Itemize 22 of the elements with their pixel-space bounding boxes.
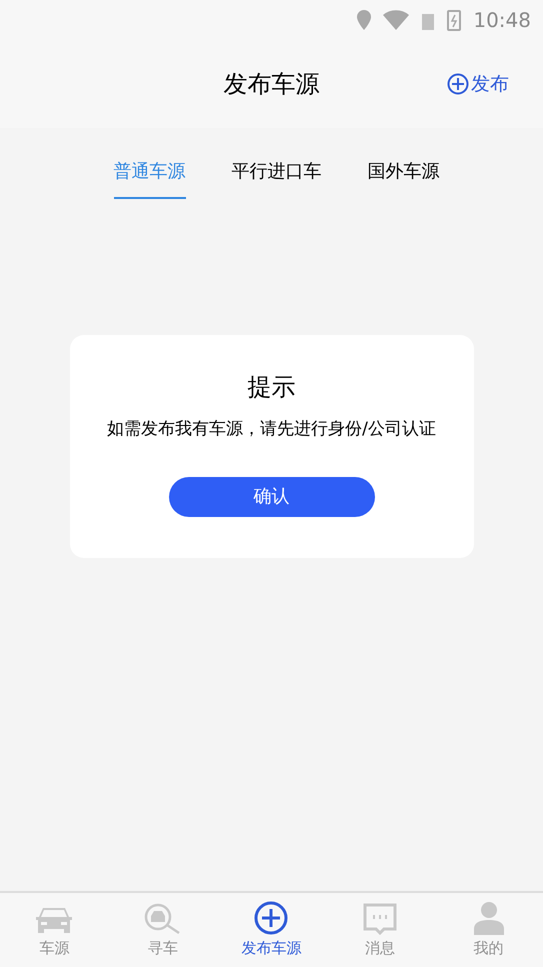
location-icon	[357, 10, 372, 30]
battery-icon	[447, 9, 462, 31]
plus-circle-icon	[254, 900, 288, 934]
status-time: 10:48	[473, 7, 531, 34]
dialog-title: 提示	[248, 372, 296, 403]
message-icon	[363, 902, 398, 934]
dialog-message: 如需发布我有车源，请先进行身份/公司认证	[107, 418, 436, 441]
publish-button[interactable]: 发布	[447, 70, 509, 98]
confirm-button[interactable]: 确认	[168, 476, 374, 516]
nav-tab[interactable]: 我的	[434, 893, 543, 967]
plus-circle-icon	[447, 73, 469, 96]
nav-tab[interactable]: 车源	[0, 893, 109, 967]
wifi-icon	[383, 10, 410, 30]
nav-tab[interactable]: 寻车	[108, 893, 218, 967]
search-icon	[144, 902, 182, 934]
tab[interactable]: 普通车源	[114, 158, 186, 199]
person-icon	[472, 900, 505, 934]
tab[interactable]: 平行进口车	[232, 158, 322, 199]
page-title: 发布车源	[224, 69, 320, 100]
nav-tab[interactable]: 消息	[326, 893, 434, 967]
tab[interactable]: 国外车源	[368, 158, 440, 199]
nav-tab[interactable]: 发布车源	[217, 893, 326, 967]
